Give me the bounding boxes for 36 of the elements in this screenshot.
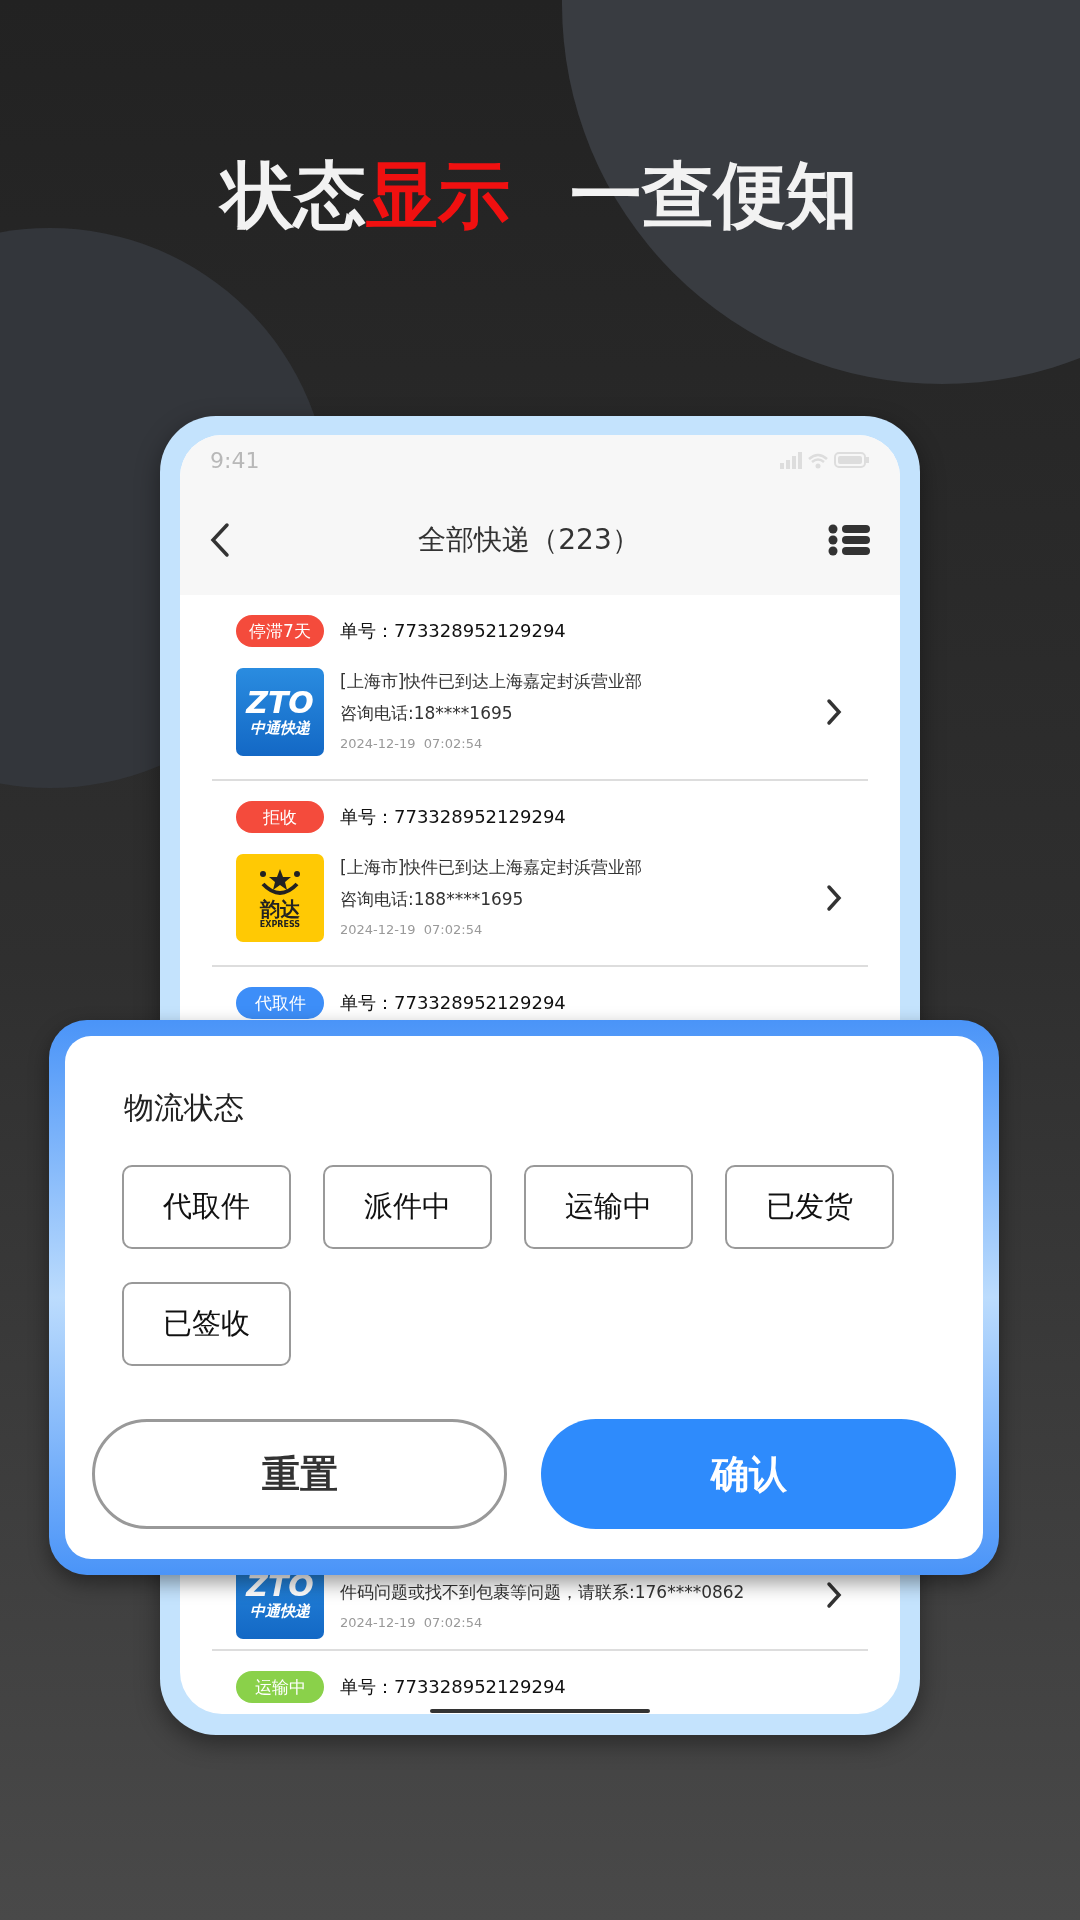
parcel-info-text: [上海市]快件已到达上海嘉定封浜营业部: [340, 670, 644, 693]
status-option[interactable]: 代取件: [122, 1165, 291, 1249]
parcel-info-text: 咨询电话:188****1695: [340, 888, 525, 911]
reset-button[interactable]: 重置: [92, 1419, 507, 1529]
courier-logo: 韵达 EXPRESS: [236, 854, 324, 942]
parcel-info-text: 咨询电话:18****1695: [340, 702, 514, 725]
headline-text: 一查便知: [570, 152, 858, 239]
status-option[interactable]: 派件中: [323, 1165, 492, 1249]
tracking-number: 单号：773328952129294: [340, 805, 566, 829]
chevron-right-icon[interactable]: [826, 884, 842, 912]
wifi-icon: [808, 451, 828, 469]
parcel-time: 2024-12-19 07:02:54: [340, 735, 484, 753]
chevron-right-icon[interactable]: [826, 698, 842, 726]
parcel-time: 2024-12-19 07:02:54: [340, 1614, 484, 1632]
chevron-right-icon[interactable]: [826, 1581, 842, 1609]
status-tag: 停滞7天: [236, 615, 324, 647]
status-tag: 运输中: [236, 1671, 324, 1703]
courier-logo: ZTO 中通快递: [236, 668, 324, 756]
back-icon[interactable]: [210, 522, 230, 558]
parcel-info-text: [上海市]快件已到达上海嘉定封浜营业部: [340, 856, 644, 879]
list-menu-icon[interactable]: [828, 524, 870, 556]
page-title: 全部快递（223）: [418, 522, 640, 558]
tracking-number: 单号：773328952129294: [340, 619, 566, 643]
parcel-info-text: 件码问题或找不到包裹等问题，请联系:176****0862: [340, 1581, 746, 1604]
status-option[interactable]: 已签收: [122, 1282, 291, 1366]
status-time: 9:41: [210, 447, 260, 473]
status-tag: 代取件: [236, 987, 324, 1019]
battery-icon: [834, 452, 870, 468]
status-option[interactable]: 已发货: [725, 1165, 894, 1249]
filter-title: 物流状态: [123, 1089, 245, 1127]
tracking-number: 单号：773328952129294: [340, 1675, 566, 1699]
status-option[interactable]: 运输中: [524, 1165, 693, 1249]
parcel-time: 2024-12-19 07:02:54: [340, 921, 484, 939]
tracking-number: 单号：773328952129294: [340, 991, 566, 1015]
status-tag: 拒收: [236, 801, 324, 833]
signal-icon: [780, 450, 802, 470]
